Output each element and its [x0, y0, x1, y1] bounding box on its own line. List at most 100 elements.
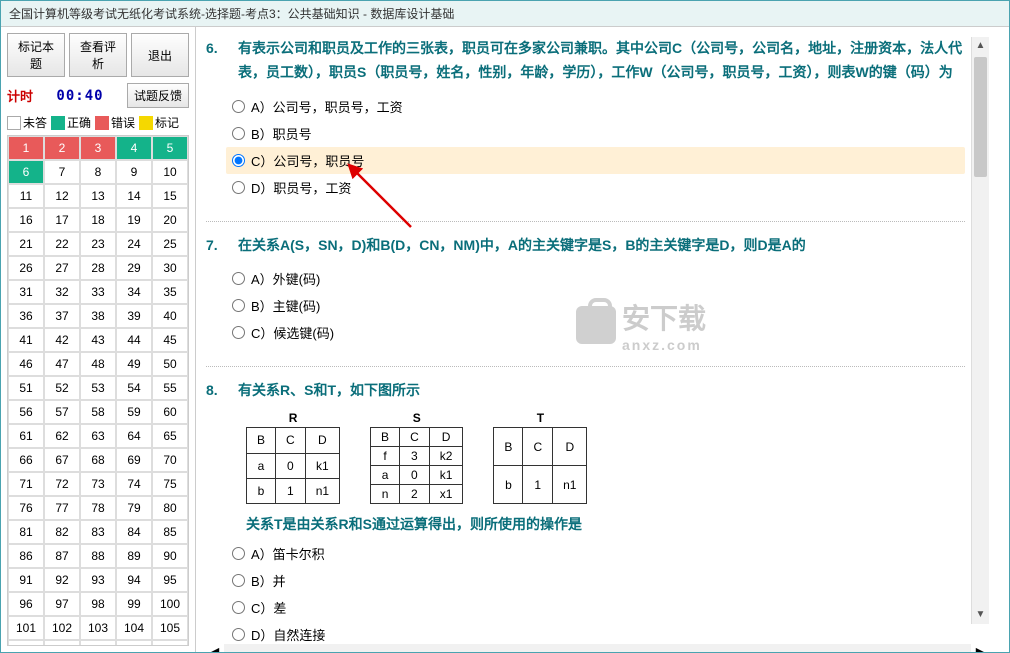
nav-cell-60[interactable]: 60	[152, 400, 188, 424]
q7-radio-a[interactable]	[232, 272, 245, 285]
nav-cell-58[interactable]: 58	[80, 400, 116, 424]
review-button[interactable]: 查看评析	[69, 33, 127, 77]
hscroll-track[interactable]	[224, 644, 971, 652]
nav-cell-78[interactable]: 78	[80, 496, 116, 520]
nav-cell-81[interactable]: 81	[8, 520, 44, 544]
vertical-scrollbar[interactable]: ▲ ▼	[971, 37, 989, 624]
nav-cell-3[interactable]: 3	[80, 136, 116, 160]
q6-option-d[interactable]: D）职员号，工资	[226, 174, 965, 201]
q6-option-b[interactable]: B）职员号	[226, 120, 965, 147]
nav-cell-30[interactable]: 30	[152, 256, 188, 280]
nav-cell-107[interactable]: 107	[44, 640, 80, 646]
nav-cell-104[interactable]: 104	[116, 616, 152, 640]
nav-cell-108[interactable]: 108	[80, 640, 116, 646]
nav-cell-69[interactable]: 69	[116, 448, 152, 472]
nav-cell-6[interactable]: 6	[8, 160, 44, 184]
nav-cell-14[interactable]: 14	[116, 184, 152, 208]
nav-cell-95[interactable]: 95	[152, 568, 188, 592]
nav-cell-109[interactable]: 109	[116, 640, 152, 646]
nav-cell-43[interactable]: 43	[80, 328, 116, 352]
nav-cell-99[interactable]: 99	[116, 592, 152, 616]
nav-cell-65[interactable]: 65	[152, 424, 188, 448]
nav-cell-88[interactable]: 88	[80, 544, 116, 568]
nav-cell-39[interactable]: 39	[116, 304, 152, 328]
nav-cell-103[interactable]: 103	[80, 616, 116, 640]
nav-cell-57[interactable]: 57	[44, 400, 80, 424]
nav-cell-51[interactable]: 51	[8, 376, 44, 400]
nav-cell-77[interactable]: 77	[44, 496, 80, 520]
nav-cell-23[interactable]: 23	[80, 232, 116, 256]
nav-cell-48[interactable]: 48	[80, 352, 116, 376]
scroll-thumb[interactable]	[974, 57, 987, 177]
nav-cell-55[interactable]: 55	[152, 376, 188, 400]
question-nav-wrap[interactable]: 1234567891011121314151617181920212223242…	[7, 135, 189, 646]
nav-cell-83[interactable]: 83	[80, 520, 116, 544]
nav-cell-101[interactable]: 101	[8, 616, 44, 640]
nav-cell-24[interactable]: 24	[116, 232, 152, 256]
nav-cell-45[interactable]: 45	[152, 328, 188, 352]
nav-cell-90[interactable]: 90	[152, 544, 188, 568]
nav-cell-53[interactable]: 53	[80, 376, 116, 400]
nav-cell-105[interactable]: 105	[152, 616, 188, 640]
nav-cell-63[interactable]: 63	[80, 424, 116, 448]
nav-cell-16[interactable]: 16	[8, 208, 44, 232]
nav-cell-18[interactable]: 18	[80, 208, 116, 232]
feedback-button[interactable]: 试题反馈	[127, 83, 189, 108]
nav-cell-70[interactable]: 70	[152, 448, 188, 472]
nav-cell-64[interactable]: 64	[116, 424, 152, 448]
nav-cell-34[interactable]: 34	[116, 280, 152, 304]
q6-radio-a[interactable]	[232, 100, 245, 113]
nav-cell-56[interactable]: 56	[8, 400, 44, 424]
scroll-up-icon[interactable]: ▲	[972, 37, 989, 55]
nav-cell-102[interactable]: 102	[44, 616, 80, 640]
q6-option-a[interactable]: A）公司号，职员号，工资	[226, 93, 965, 120]
nav-cell-31[interactable]: 31	[8, 280, 44, 304]
nav-cell-73[interactable]: 73	[80, 472, 116, 496]
scroll-down-icon[interactable]: ▼	[972, 606, 989, 624]
nav-cell-28[interactable]: 28	[80, 256, 116, 280]
nav-cell-36[interactable]: 36	[8, 304, 44, 328]
nav-cell-75[interactable]: 75	[152, 472, 188, 496]
nav-cell-72[interactable]: 72	[44, 472, 80, 496]
horizontal-scrollbar[interactable]: ◀ ▶	[206, 642, 989, 652]
nav-cell-66[interactable]: 66	[8, 448, 44, 472]
q8-radio-a[interactable]	[232, 547, 245, 560]
nav-cell-38[interactable]: 38	[80, 304, 116, 328]
nav-cell-94[interactable]: 94	[116, 568, 152, 592]
nav-cell-91[interactable]: 91	[8, 568, 44, 592]
nav-cell-92[interactable]: 92	[44, 568, 80, 592]
nav-cell-47[interactable]: 47	[44, 352, 80, 376]
q8-option-b[interactable]: B）并	[226, 567, 965, 594]
nav-cell-40[interactable]: 40	[152, 304, 188, 328]
nav-cell-84[interactable]: 84	[116, 520, 152, 544]
nav-cell-49[interactable]: 49	[116, 352, 152, 376]
nav-cell-71[interactable]: 71	[8, 472, 44, 496]
nav-cell-97[interactable]: 97	[44, 592, 80, 616]
exit-button[interactable]: 退出	[131, 33, 189, 77]
content-scroll[interactable]: 6. 有表示公司和职员及工作的三张表，职员可在多家公司兼职。其中公司C（公司号，…	[206, 37, 971, 642]
scroll-right-icon[interactable]: ▶	[971, 645, 989, 653]
mark-button[interactable]: 标记本题	[7, 33, 65, 77]
nav-cell-12[interactable]: 12	[44, 184, 80, 208]
nav-cell-54[interactable]: 54	[116, 376, 152, 400]
nav-cell-5[interactable]: 5	[152, 136, 188, 160]
nav-cell-62[interactable]: 62	[44, 424, 80, 448]
nav-cell-89[interactable]: 89	[116, 544, 152, 568]
nav-cell-52[interactable]: 52	[44, 376, 80, 400]
q8-option-d[interactable]: D）自然连接	[226, 621, 965, 642]
nav-cell-11[interactable]: 11	[8, 184, 44, 208]
nav-cell-93[interactable]: 93	[80, 568, 116, 592]
nav-cell-7[interactable]: 7	[44, 160, 80, 184]
q6-option-c[interactable]: C）公司号，职员号	[226, 147, 965, 174]
nav-cell-74[interactable]: 74	[116, 472, 152, 496]
nav-cell-86[interactable]: 86	[8, 544, 44, 568]
nav-cell-25[interactable]: 25	[152, 232, 188, 256]
nav-cell-20[interactable]: 20	[152, 208, 188, 232]
nav-cell-98[interactable]: 98	[80, 592, 116, 616]
nav-cell-67[interactable]: 67	[44, 448, 80, 472]
nav-cell-13[interactable]: 13	[80, 184, 116, 208]
q7-radio-c[interactable]	[232, 326, 245, 339]
q8-radio-b[interactable]	[232, 574, 245, 587]
nav-cell-32[interactable]: 32	[44, 280, 80, 304]
nav-cell-85[interactable]: 85	[152, 520, 188, 544]
